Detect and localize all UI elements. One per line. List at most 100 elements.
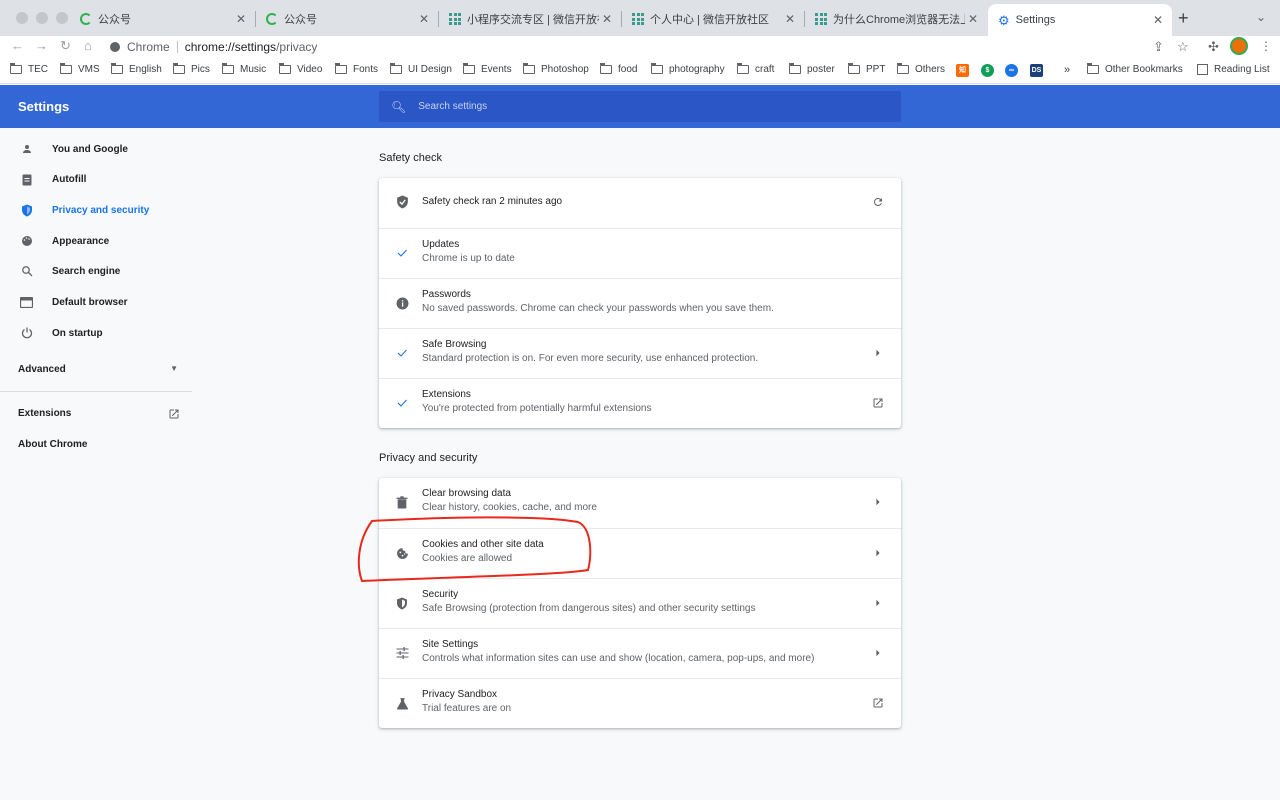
tab-search-chevron-icon[interactable]: ⌄ (1256, 10, 1266, 24)
folder-icon (462, 63, 475, 74)
folder-icon (650, 63, 663, 74)
row-subtitle: Clear history, cookies, cache, and more (422, 502, 597, 513)
browser-window-icon (20, 296, 33, 309)
bookmark-folder-fonts[interactable]: Fonts (334, 63, 378, 75)
tab-close-icon[interactable]: ✕ (416, 12, 432, 26)
row-title: Cookies and other site data (422, 539, 544, 550)
ds-bookmark-icon[interactable]: DS (1030, 64, 1043, 77)
bookmark-folder-photography[interactable]: photography (650, 63, 725, 75)
folder-icon (896, 63, 909, 74)
minimize-window-button[interactable] (36, 12, 48, 24)
cookie-icon (395, 546, 409, 560)
refresh-icon[interactable] (871, 195, 885, 209)
bookmark-folder-video[interactable]: Video (278, 63, 322, 75)
bookmark-folder-english[interactable]: English (110, 63, 162, 75)
arrow-right-icon[interactable] (871, 596, 885, 610)
chrome-logo-icon (110, 42, 120, 52)
sidebar-item-privacy-and-security[interactable]: Privacy and security (0, 196, 192, 224)
bookmark-folder-ppt[interactable]: PPT (847, 63, 885, 75)
sidebar-item-extensions[interactable]: Extensions (18, 408, 180, 423)
tab-close-icon[interactable]: ✕ (1150, 13, 1166, 27)
sliders-icon (395, 646, 409, 660)
settings-header: Settings 🔍︎ (0, 85, 1280, 128)
arrow-right-icon[interactable] (871, 646, 885, 660)
page-title: Settings (18, 99, 70, 114)
bookmark-folder-vms[interactable]: VMS (59, 63, 100, 75)
clear-browsing-data-row[interactable]: Clear browsing data Clear history, cookie… (379, 478, 901, 528)
tab-personal-center[interactable]: 个人中心 | 微信开放社区 ✕ (622, 6, 805, 32)
folder-icon (599, 63, 612, 74)
bookmarks-overflow-chevron-icon[interactable]: » (1064, 64, 1070, 76)
tab-close-icon[interactable]: ✕ (782, 12, 798, 26)
search-input[interactable] (418, 101, 859, 112)
arrow-right-icon[interactable] (871, 495, 885, 509)
tab-settings[interactable]: ⚙ Settings ✕ (988, 4, 1172, 36)
tab-close-icon[interactable]: ✕ (599, 12, 615, 26)
zoom-window-button[interactable] (56, 12, 68, 24)
home-icon[interactable]: ⌂ (84, 38, 92, 53)
settings-search-box[interactable]: 🔍︎ (379, 91, 901, 122)
privacy-sandbox-row[interactable]: Privacy Sandbox Trial features are on (379, 678, 901, 728)
bookmark-folder-pics[interactable]: Pics (172, 63, 210, 75)
bookmark-folder-events[interactable]: Events (462, 63, 512, 75)
sidebar-item-autofill[interactable]: Autofill (0, 165, 192, 193)
profile-avatar[interactable] (1230, 37, 1248, 55)
bookmark-folder-other-bookmarks[interactable]: Other Bookmarks (1086, 63, 1183, 75)
menu-kebab-icon[interactable]: ⋮ (1260, 39, 1272, 53)
bookmark-folder-craft[interactable]: craft (736, 63, 774, 75)
tab-title: 为什么Chrome浏览器无法上传图 (833, 14, 965, 26)
tab-gongzhonghao-2[interactable]: 公众号 ✕ (256, 6, 439, 32)
bookmark-folder-photoshop[interactable]: Photoshop (522, 63, 589, 75)
close-window-button[interactable] (16, 12, 28, 24)
link-bookmark-icon[interactable]: ∞ (1005, 64, 1018, 77)
tab-chrome-upload-question[interactable]: 为什么Chrome浏览器无法上传图 ✕ (805, 6, 987, 32)
reload-icon[interactable]: ↻ (60, 38, 71, 54)
extensions-puzzle-icon[interactable]: ✣ (1208, 39, 1219, 55)
sidebar-item-on-startup[interactable]: On startup (0, 319, 192, 347)
share-icon[interactable]: ⇪ (1153, 39, 1164, 55)
safety-check-status-row: Safety check ran 2 minutes ago (379, 178, 901, 228)
sidebar-item-about-chrome[interactable]: About Chrome (18, 439, 87, 450)
sidebar-item-default-browser[interactable]: Default browser (0, 288, 192, 316)
tab-gongzhonghao-1[interactable]: 公众号 ✕ (70, 6, 256, 32)
zhihu-bookmark-icon[interactable]: 知 (956, 64, 969, 77)
bookmark-folder-tec[interactable]: TEC (9, 63, 48, 75)
person-icon (20, 143, 33, 156)
sidebar-advanced-toggle[interactable]: Advanced ▼ (18, 364, 178, 375)
cookies-row[interactable]: Cookies and other site data Cookies are a… (379, 528, 901, 578)
safety-extensions-row[interactable]: Extensions You're protected from potentia… (379, 378, 901, 428)
security-row[interactable]: Security Safe Browsing (protection from d… (379, 578, 901, 628)
sidebar-item-you-and-google[interactable]: You and Google (0, 135, 192, 163)
arrow-right-icon[interactable] (871, 346, 885, 360)
bookmark-folder-food[interactable]: food (599, 63, 637, 75)
bookmark-folder-poster[interactable]: poster (788, 63, 835, 75)
folder-icon (334, 63, 347, 74)
tab-miniprogram-forum[interactable]: 小程序交流专区 | 微信开放社区 ✕ (439, 6, 622, 32)
tab-close-icon[interactable]: ✕ (233, 12, 249, 26)
new-tab-button[interactable]: + (1178, 8, 1189, 29)
open-in-new-icon[interactable] (871, 396, 885, 410)
sidebar-item-appearance[interactable]: Appearance (0, 227, 192, 255)
tab-title: 个人中心 | 微信开放社区 (650, 14, 769, 26)
check-icon (395, 246, 409, 260)
open-in-new-icon[interactable] (871, 696, 885, 710)
bookmark-folder-ui-design[interactable]: UI Design (389, 63, 452, 75)
sidebar-item-search-engine[interactable]: Search engine (0, 257, 192, 285)
folder-icon (389, 63, 402, 74)
tab-close-icon[interactable]: ✕ (965, 12, 981, 26)
bookmark-folder-music[interactable]: Music (221, 63, 266, 75)
bookmark-folder-others[interactable]: Others (896, 63, 945, 75)
arrow-right-icon[interactable] (871, 546, 885, 560)
forward-arrow-icon[interactable]: → (35, 38, 48, 53)
back-arrow-icon[interactable]: ← (11, 38, 24, 53)
site-settings-row[interactable]: Site Settings Controls what information s… (379, 628, 901, 678)
bookmark-star-icon[interactable]: ☆ (1177, 39, 1189, 55)
reading-list-button[interactable]: Reading List (1197, 64, 1270, 75)
dollar-bookmark-icon[interactable]: $ (981, 64, 994, 77)
row-title: Privacy Sandbox (422, 689, 498, 700)
row-subtitle: Controls what information sites can use … (422, 653, 815, 664)
row-title: Safe Browsing (422, 339, 487, 350)
window-controls[interactable] (16, 12, 68, 24)
address-bar[interactable]: Chrome chrome://settings /privacy (110, 37, 1190, 57)
safety-safe-browsing-row[interactable]: Safe Browsing Standard protection is on. … (379, 328, 901, 378)
